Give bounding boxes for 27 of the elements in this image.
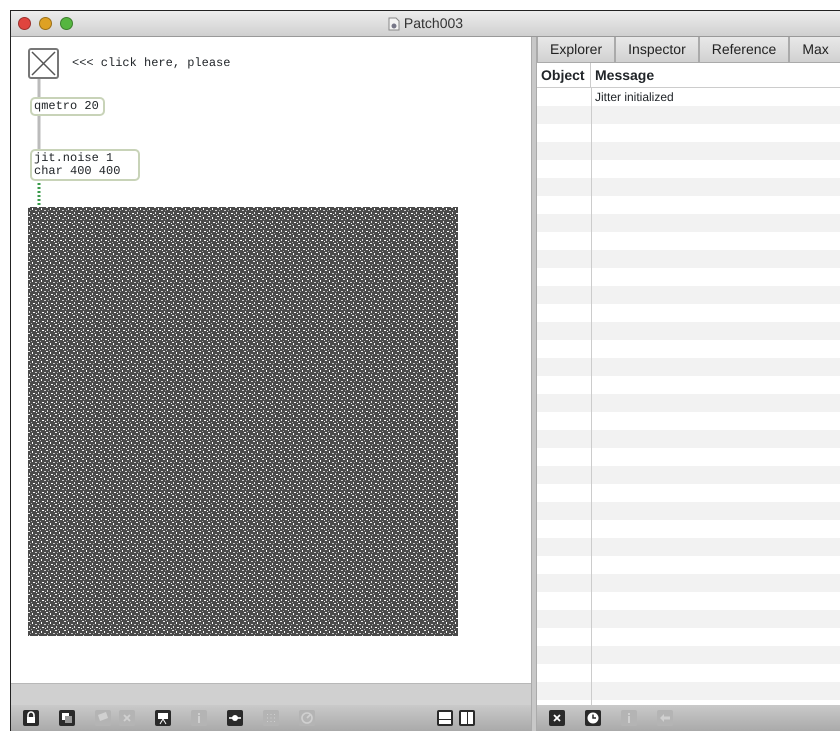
side-pane-icon[interactable] [457, 708, 477, 728]
message-text: Jitter initialized [594, 89, 674, 106]
patch-cord [38, 115, 40, 149]
toggle[interactable] [28, 48, 59, 79]
comment-text: <<< click here, please [72, 55, 230, 72]
minimize-button[interactable] [39, 17, 52, 30]
column-header: Object [537, 63, 591, 87]
clock-icon[interactable] [583, 708, 603, 728]
scroll-bar[interactable] [11, 683, 531, 705]
lock-icon[interactable] [21, 708, 41, 728]
tab[interactable]: Explorer [537, 37, 616, 62]
patch-cord [38, 79, 40, 97]
connector-icon[interactable] [225, 708, 245, 728]
easel-icon[interactable] [153, 708, 173, 728]
object-box[interactable]: qmetro 20 [30, 97, 105, 116]
document-icon [388, 16, 400, 30]
object-box[interactable]: jit.noise 1 char 400 400 [30, 149, 140, 181]
tab[interactable]: Reference [698, 37, 790, 62]
tab[interactable]: Inspector [615, 37, 699, 62]
column-header: Message [594, 66, 654, 85]
zoom-button[interactable] [60, 17, 73, 30]
tab[interactable]: Max [789, 37, 840, 62]
close-icon[interactable] [547, 708, 567, 728]
close-button[interactable] [18, 17, 31, 30]
window-title: Patch003 [404, 14, 464, 33]
bottom-pane-icon[interactable] [435, 708, 455, 728]
squares-icon[interactable] [57, 708, 77, 728]
